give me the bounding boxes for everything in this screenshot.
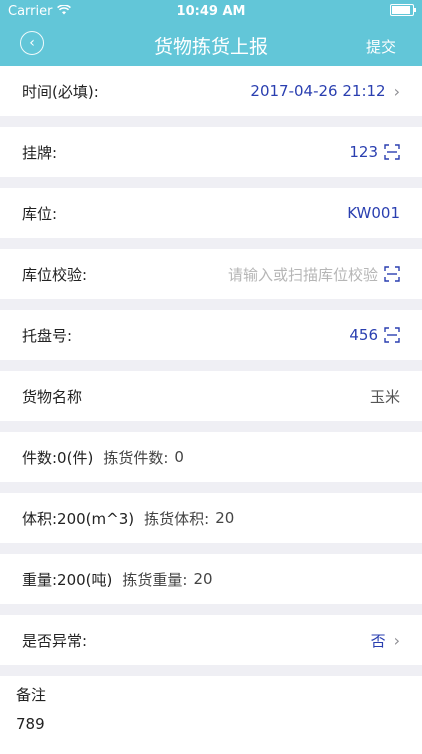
nav-bar: ‹ 货物拣货上报 提交 — [0, 22, 422, 66]
pallet-label: 托盘号: — [22, 326, 73, 345]
time-label: 时间(必填): — [22, 82, 99, 101]
status-right — [390, 4, 416, 16]
time-value: 2017-04-26 21:12 › — [250, 82, 400, 101]
form-list: 时间(必填): 2017-04-26 21:12 › 挂牌: 123 库位: K… — [0, 66, 422, 754]
picked-weight-label: 拣货重量: — [122, 570, 188, 589]
tag-row: 挂牌: 123 — [0, 127, 422, 177]
time-value-text: 2017-04-26 21:12 — [250, 82, 386, 100]
weight-label: 重量:200(吨) — [22, 570, 113, 589]
abnormal-label: 是否异常: — [22, 631, 88, 650]
picked-pieces-input[interactable]: 0 — [174, 448, 184, 466]
tag-value: 123 — [349, 143, 400, 161]
pieces-label: 件数:0(件) — [22, 448, 94, 467]
pallet-value: 456 — [349, 326, 400, 344]
location-check-row: 库位校验: 请输入或扫描库位校验 — [0, 249, 422, 299]
location-label: 库位: — [22, 204, 58, 223]
tag-value-text: 123 — [349, 143, 378, 161]
scan-icon[interactable] — [384, 327, 400, 343]
remark-section: 备注 789 — [0, 676, 422, 754]
location-check-placeholder: 请输入或扫描库位校验 — [227, 265, 378, 284]
picked-volume-label: 拣货体积: — [144, 509, 210, 528]
abnormal-row[interactable]: 是否异常: 否 › — [0, 615, 422, 665]
pieces-row: 件数:0(件) 拣货件数: 0 — [0, 432, 422, 482]
location-check-input[interactable]: 请输入或扫描库位校验 — [228, 264, 400, 285]
goods-name-label: 货物名称 — [22, 387, 83, 406]
chevron-right-icon: › — [393, 630, 400, 650]
picked-volume-input[interactable]: 20 — [215, 509, 234, 527]
goods-name-row: 货物名称 玉米 — [0, 371, 422, 421]
picked-pieces-label: 拣货件数: — [103, 448, 169, 467]
location-check-label: 库位校验: — [22, 265, 88, 284]
goods-name-value: 玉米 — [369, 387, 400, 406]
chevron-right-icon: › — [393, 81, 400, 101]
pallet-value-text: 456 — [349, 326, 378, 344]
page-title: 货物拣货上报 — [153, 36, 268, 58]
remark-label: 备注 — [16, 686, 47, 704]
time-row[interactable]: 时间(必填): 2017-04-26 21:12 › — [0, 66, 422, 116]
abnormal-value: 否 › — [371, 630, 400, 651]
weight-row: 重量:200(吨) 拣货重量: 20 — [0, 554, 422, 604]
battery-icon — [390, 4, 416, 16]
status-bar: Carrier 10:49 AM — [0, 0, 422, 22]
submit-button[interactable]: 提交 — [366, 36, 396, 57]
tag-label: 挂牌: — [22, 143, 58, 162]
remark-input[interactable]: 789 — [16, 715, 406, 733]
volume-label: 体积:200(m^3) — [22, 509, 135, 528]
scan-icon[interactable] — [384, 266, 400, 282]
location-row: 库位: KW001 — [0, 188, 422, 238]
abnormal-value-text: 否 — [370, 631, 386, 650]
pallet-row: 托盘号: 456 — [0, 310, 422, 360]
location-value: KW001 — [347, 204, 400, 222]
volume-row: 体积:200(m^3) 拣货体积: 20 — [0, 493, 422, 543]
scan-icon[interactable] — [384, 144, 400, 160]
status-time: 10:49 AM — [176, 4, 246, 19]
picked-weight-input[interactable]: 20 — [193, 570, 212, 588]
